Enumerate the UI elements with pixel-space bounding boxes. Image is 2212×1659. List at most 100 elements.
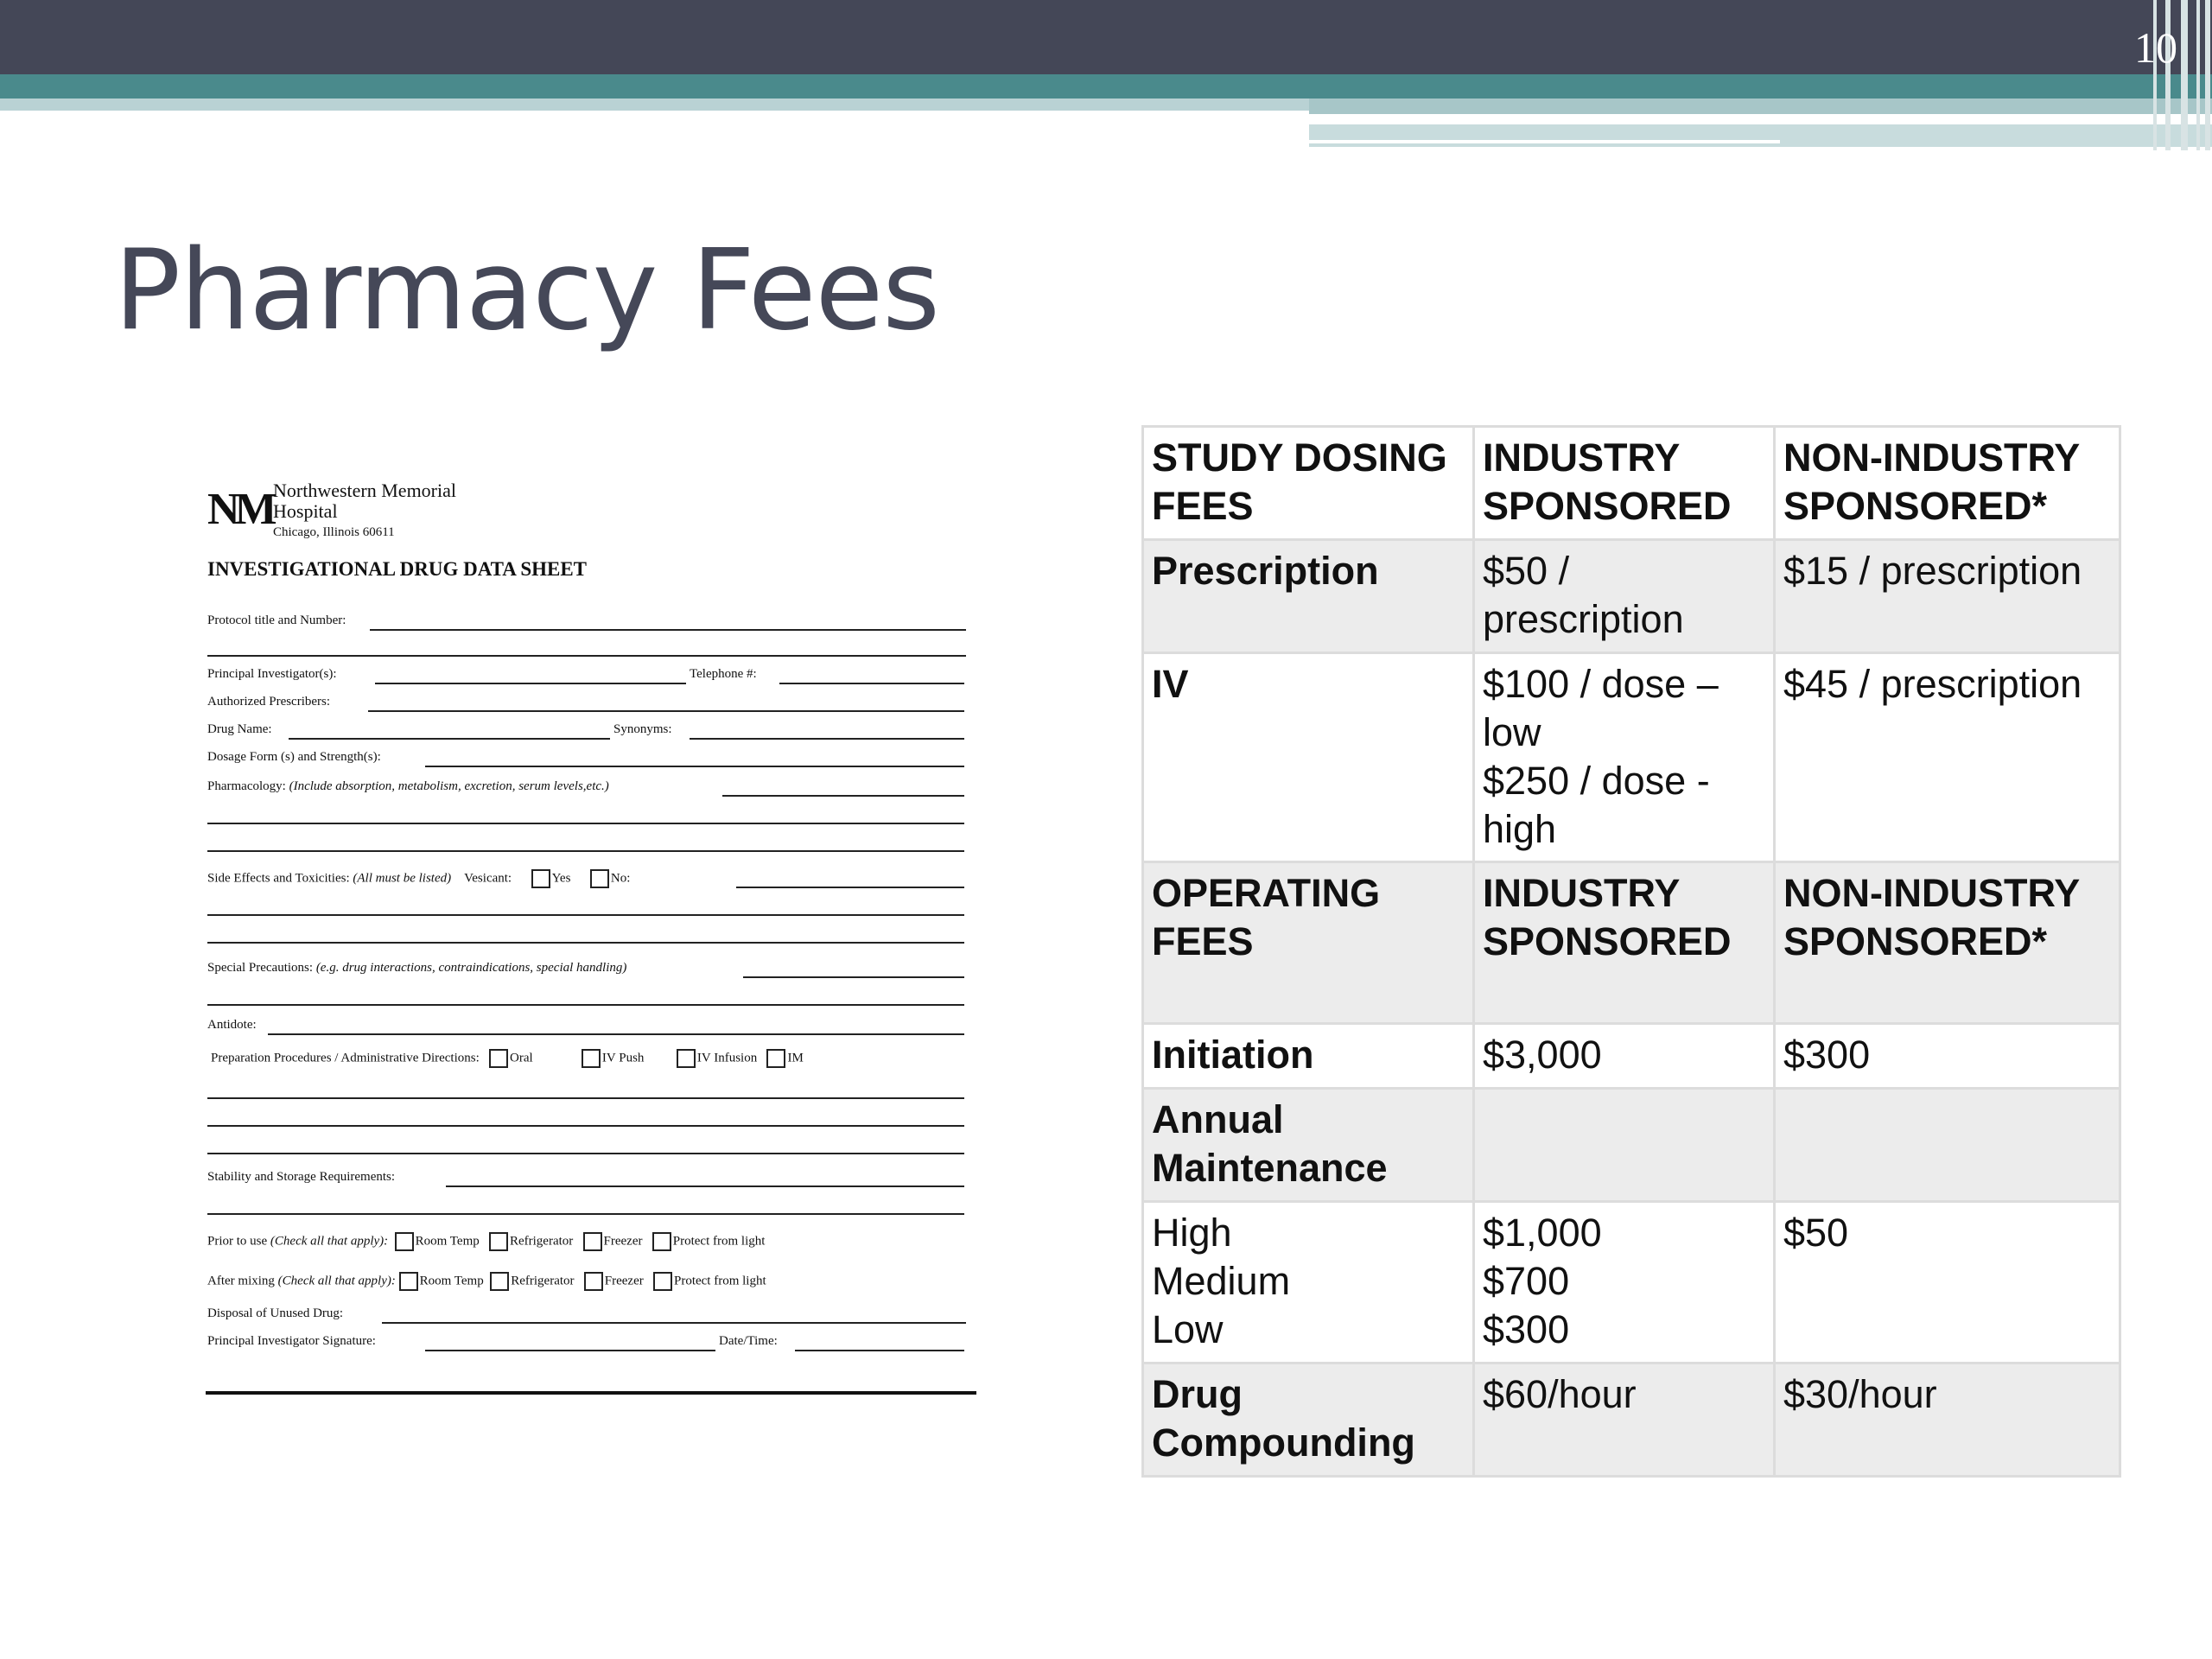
table-cell: Annual Maintenance (1141, 1087, 1475, 1203)
table-cell: Drug Compounding (1141, 1362, 1475, 1478)
iv-infusion-label: IV Infusion (696, 1051, 758, 1065)
im-label: IM (787, 1051, 804, 1065)
iv-infusion-checkbox[interactable] (676, 1049, 696, 1068)
form-line (690, 738, 964, 740)
form-line (207, 1125, 964, 1127)
form-line (382, 1322, 966, 1324)
vesicant-yes-checkbox[interactable] (531, 869, 550, 888)
table-cell: $50 (1773, 1200, 2121, 1364)
sheet-title: INVESTIGATIONAL DRUG DATA SHEET (207, 558, 588, 580)
form-line (207, 1213, 964, 1215)
check-all-note: (Check all that apply): (277, 1274, 396, 1288)
form-line (779, 683, 964, 684)
table-cell: $15 / prescription (1773, 538, 2121, 654)
prior-refrigerator-checkbox[interactable] (488, 1232, 508, 1251)
stability-label: Stability and Storage Requirements: (207, 1170, 396, 1184)
disposal-label: Disposal of Unused Drug: (207, 1306, 344, 1320)
form-line (207, 850, 964, 852)
table-cell: $300 (1773, 1022, 2121, 1090)
slide-number: 10 (2134, 23, 2177, 72)
pharmacology-label: Pharmacology: (207, 779, 286, 793)
no-label: No: (610, 871, 631, 886)
after-protect-checkbox[interactable] (652, 1272, 672, 1291)
freezer-label: Freezer (604, 1274, 644, 1288)
table-cell: $50 / prescription (1472, 538, 1776, 654)
table-cell: STUDY DOSING FEES (1141, 425, 1475, 541)
prior-freezer-checkbox[interactable] (582, 1232, 602, 1251)
prior-to-use-label: Prior to use (207, 1234, 268, 1249)
pharmacology-row: Pharmacology: (Include absorption, metab… (207, 779, 609, 794)
table-cell: $60/hour (1472, 1362, 1776, 1478)
table-cell: Prescription (1141, 538, 1475, 654)
form-line (743, 976, 964, 978)
protocol-label: Protocol title and Number: (207, 613, 346, 627)
table-row: Initiation $3,000 $300 (1141, 1022, 2121, 1090)
date-time-label: Date/Time: (719, 1334, 778, 1348)
iv-push-checkbox[interactable] (581, 1049, 601, 1068)
prescribers-label: Authorized Prescribers: (207, 695, 331, 709)
after-freezer-checkbox[interactable] (583, 1272, 603, 1291)
special-precautions-row: Special Precautions: (e.g. drug interact… (207, 961, 626, 976)
after-refrigerator-checkbox[interactable] (490, 1272, 510, 1291)
yes-label: Yes (551, 871, 571, 886)
table-row: OPERATING FEES INDUSTRY SPONSORED NON-IN… (1141, 861, 2121, 1025)
oral-checkbox[interactable] (489, 1049, 509, 1068)
table-row: STUDY DOSING FEES INDUSTRY SPONSORED NON… (1141, 425, 2121, 541)
after-room-temp-checkbox[interactable] (398, 1272, 418, 1291)
refrigerator-label: Refrigerator (509, 1234, 574, 1249)
pharmacology-note: (Include absorption, metabolism, excreti… (289, 779, 609, 793)
table-cell: $3,000 (1472, 1022, 1776, 1090)
iv-push-label: IV Push (601, 1051, 645, 1065)
table-row: Prescription $50 / prescription $15 / pr… (1141, 538, 2121, 654)
form-line (795, 1350, 964, 1351)
form-line (207, 942, 964, 944)
vesicant-label: Vesicant: (464, 871, 512, 886)
table-cell: INDUSTRY SPONSORED (1472, 425, 1776, 541)
room-temp-label: Room Temp (419, 1274, 484, 1288)
header-accent-bar (0, 74, 2212, 99)
table-row: High Medium Low $1,000 $700 $300 $50 (1141, 1200, 2121, 1364)
pi-label: Principal Investigator(s): (207, 667, 337, 681)
after-mixing-label: After mixing (207, 1274, 275, 1288)
table-cell: $100 / dose – low $250 / dose - high (1472, 652, 1776, 863)
after-mixing-row: After mixing (Check all that apply): Roo… (207, 1272, 766, 1291)
header-accent-stripe (1309, 99, 2212, 114)
table-cell: $30/hour (1773, 1362, 2121, 1478)
protect-label: Protect from light (673, 1274, 766, 1288)
antidote-label: Antidote: (207, 1018, 257, 1032)
form-line (207, 1004, 964, 1006)
form-line (375, 683, 686, 684)
dosage-form-label: Dosage Form (s) and Strength(s): (207, 750, 381, 764)
table-row: IV $100 / dose – low $250 / dose - high … (1141, 652, 2121, 863)
form-line (207, 823, 964, 824)
slide-title: Pharmacy Fees (114, 226, 940, 355)
vesicant-no-checkbox[interactable] (589, 869, 609, 888)
header-divider (1309, 140, 1780, 143)
form-line (425, 1350, 715, 1351)
special-precautions-label: Special Precautions: (207, 961, 314, 975)
drug-data-sheet: NM Northwestern Memorial Hospital Chicag… (204, 475, 978, 1400)
header-accent-stripe (0, 99, 1309, 111)
table-cell: OPERATING FEES (1141, 861, 1475, 1025)
header-accent-stripe (1309, 124, 2212, 147)
table-row: Annual Maintenance (1141, 1087, 2121, 1203)
side-effects-note: (All must be listed) (353, 871, 452, 886)
freezer-label: Freezer (603, 1234, 643, 1249)
room-temp-label: Room Temp (415, 1234, 480, 1249)
form-line (268, 1033, 964, 1035)
table-cell: NON-INDUSTRY SPONSORED* (1773, 861, 2121, 1025)
hospital-city: Chicago, Illinois 60611 (273, 525, 395, 539)
prior-room-temp-checkbox[interactable] (394, 1232, 414, 1251)
prior-to-use-row: Prior to use (Check all that apply): Roo… (207, 1232, 765, 1251)
im-checkbox[interactable] (766, 1049, 786, 1068)
preparation-row: Preparation Procedures / Administrative … (211, 1049, 804, 1068)
form-line (370, 629, 966, 631)
prior-protect-checkbox[interactable] (652, 1232, 671, 1251)
preparation-label: Preparation Procedures / Administrative … (211, 1051, 480, 1065)
hospital-logo: NM (207, 485, 277, 534)
table-cell (1472, 1087, 1776, 1203)
side-effects-label: Side Effects and Toxicities: (207, 871, 350, 886)
refrigerator-label: Refrigerator (511, 1274, 575, 1288)
table-row: Drug Compounding $60/hour $30/hour (1141, 1362, 2121, 1478)
protect-label: Protect from light (672, 1234, 766, 1249)
